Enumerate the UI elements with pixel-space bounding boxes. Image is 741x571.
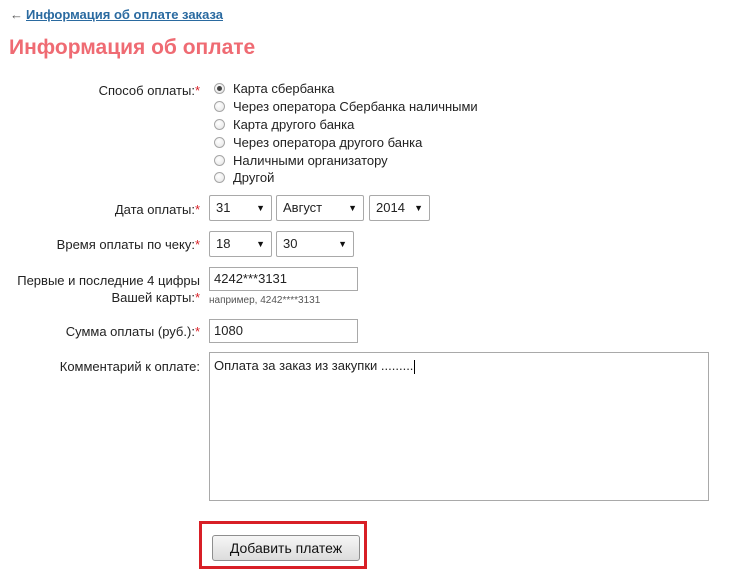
payment-date-label: Дата оплаты:* xyxy=(115,201,200,218)
chevron-down-icon: ▼ xyxy=(256,203,265,213)
payment-method-radio-group: Карта сбербанка Через оператора Сбербанка… xyxy=(214,80,478,187)
back-link-row: ← Информация об оплате заказа xyxy=(10,7,223,23)
required-mark: * xyxy=(194,83,200,98)
payment-method-option[interactable]: Карта другого банка xyxy=(214,116,478,134)
comment-label: Комментарий к оплате: xyxy=(60,358,200,375)
text-cursor xyxy=(414,359,416,374)
card-digits-input[interactable]: 4242***3131 xyxy=(209,267,358,291)
comment-label-text: Комментарий к оплате: xyxy=(59,359,200,374)
required-mark: * xyxy=(194,324,200,339)
chevron-down-icon: ▼ xyxy=(348,203,357,213)
payment-day-select[interactable]: 31 ▼ xyxy=(209,195,272,221)
payment-method-option[interactable]: Другой xyxy=(214,169,478,187)
amount-label-text: Сумма оплаты (руб.): xyxy=(65,324,195,339)
payment-year-value: 2014 xyxy=(376,200,405,215)
required-mark: * xyxy=(194,202,200,217)
payment-minute-value: 30 xyxy=(283,236,298,251)
payment-method-option[interactable]: Через оператора Сбербанка наличными xyxy=(214,98,478,116)
payment-time-label: Время оплаты по чеку:* xyxy=(57,236,200,253)
payment-hour-value: 18 xyxy=(216,236,231,251)
comment-textarea[interactable]: Оплата за заказ из закупки ......... xyxy=(209,352,709,501)
back-link[interactable]: Информация об оплате заказа xyxy=(26,7,223,22)
radio-unchecked-icon[interactable] xyxy=(214,136,225,148)
chevron-down-icon: ▼ xyxy=(338,239,347,249)
payment-method-label-text: Способ оплаты: xyxy=(98,83,195,98)
payment-method-option[interactable]: Наличными организатору xyxy=(214,151,478,169)
payment-month-value: Август xyxy=(283,200,323,215)
page-title: Информация об оплате xyxy=(9,36,256,59)
radio-unchecked-icon[interactable] xyxy=(214,101,225,113)
payment-method-option[interactable]: Через оператора другого банка xyxy=(214,133,478,151)
comment-text: Оплата за заказ из закупки ......... xyxy=(214,358,414,373)
payment-hour-select[interactable]: 18 ▼ xyxy=(209,231,272,257)
card-digits-label-line2: Вашей карты: xyxy=(111,290,195,305)
payment-method-option-label: Через оператора другого банка xyxy=(233,134,423,150)
payment-method-option-label: Карта другого банка xyxy=(233,116,355,132)
payment-day-value: 31 xyxy=(216,200,231,215)
radio-checked-icon[interactable] xyxy=(214,83,225,95)
amount-input[interactable]: 1080 xyxy=(209,319,358,343)
back-arrow-icon: ← xyxy=(10,7,23,22)
card-digits-label-line1: Первые и последние 4 цифры xyxy=(17,273,200,288)
payment-method-option[interactable]: Карта сбербанка xyxy=(214,80,478,98)
required-mark: * xyxy=(194,290,200,305)
card-digits-label: Первые и последние 4 цифры Вашей карты:* xyxy=(17,272,200,306)
amount-label: Сумма оплаты (руб.):* xyxy=(66,323,200,340)
payment-year-select[interactable]: 2014 ▼ xyxy=(369,195,430,221)
card-digits-hint: например, 4242****3131 xyxy=(209,295,321,306)
add-payment-button[interactable]: Добавить платеж xyxy=(212,535,360,561)
chevron-down-icon: ▼ xyxy=(414,203,423,213)
payment-method-option-label: Другой xyxy=(233,170,275,186)
radio-unchecked-icon[interactable] xyxy=(214,154,225,166)
radio-unchecked-icon[interactable] xyxy=(214,172,225,184)
payment-time-label-text: Время оплаты по чеку: xyxy=(56,237,195,252)
required-mark: * xyxy=(194,237,200,252)
payment-minute-select[interactable]: 30 ▼ xyxy=(276,231,354,257)
chevron-down-icon: ▼ xyxy=(256,239,265,249)
payment-date-label-text: Дата оплаты: xyxy=(114,202,195,217)
radio-unchecked-icon[interactable] xyxy=(214,118,225,130)
payment-method-option-label: Через оператора Сбербанка наличными xyxy=(233,99,478,115)
payment-method-option-label: Карта сбербанка xyxy=(233,81,335,97)
payment-info-page: ← Информация об оплате заказа Информация … xyxy=(0,0,741,571)
payment-method-option-label: Наличными организатору xyxy=(233,152,388,168)
payment-month-select[interactable]: Август ▼ xyxy=(276,195,364,221)
payment-method-label: Способ оплаты:* xyxy=(99,82,200,99)
